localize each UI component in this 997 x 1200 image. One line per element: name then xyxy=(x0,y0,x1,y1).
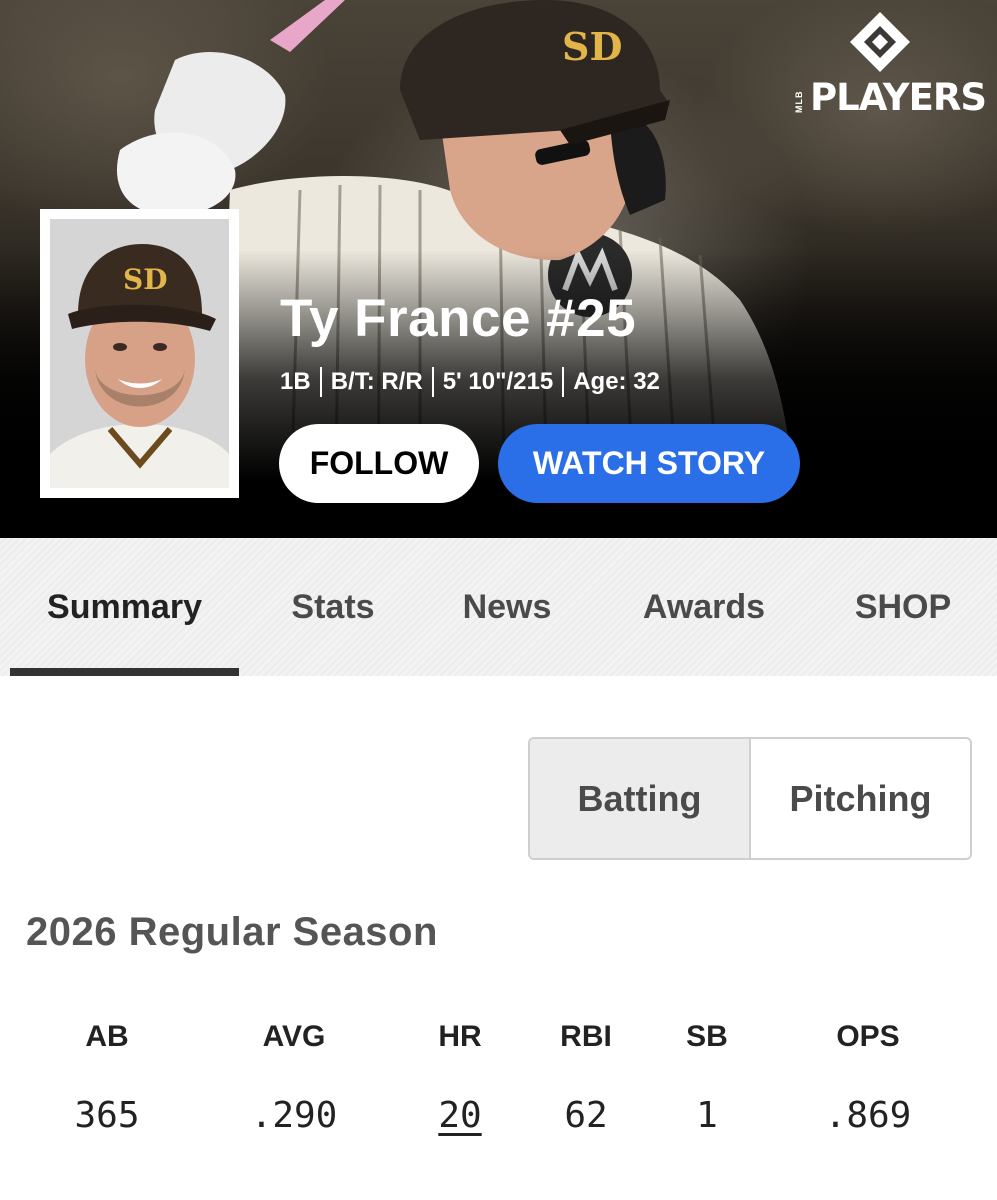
diamond-logo-icon xyxy=(850,12,910,72)
stat-header: AVG xyxy=(262,1020,326,1053)
pitching-toggle-button[interactable]: Pitching xyxy=(751,739,970,858)
mlb-players-logo[interactable]: MLB PLAYERS xyxy=(794,12,987,119)
svg-text:SD: SD xyxy=(562,24,622,69)
headshot-photo: SD xyxy=(50,219,229,488)
tab-shop[interactable]: SHOP xyxy=(815,538,991,676)
tab-awards[interactable]: Awards xyxy=(608,538,800,676)
stat-header: OPS xyxy=(836,1020,900,1053)
meta-divider xyxy=(319,367,322,397)
active-tab-indicator xyxy=(10,668,239,676)
player-age: Age: 32 xyxy=(573,368,660,395)
stat-column-sb: SB 1 xyxy=(627,1020,787,1136)
stat-value: .290 xyxy=(250,1095,338,1136)
tab-bar: Summary Stats News Awards SHOP xyxy=(0,538,997,676)
stat-header: SB xyxy=(686,1020,728,1053)
stat-value: 1 xyxy=(696,1095,718,1136)
tab-news[interactable]: News xyxy=(425,538,589,676)
tab-stats[interactable]: Stats xyxy=(253,538,413,676)
tab-summary[interactable]: Summary xyxy=(10,538,239,676)
follow-button[interactable]: FOLLOW xyxy=(279,424,479,503)
cap-logo: SD xyxy=(123,263,168,296)
stat-type-toggle: Batting Pitching xyxy=(528,737,972,860)
player-name: Ty France #25 xyxy=(280,289,637,348)
meta-divider xyxy=(562,367,565,397)
season-title: 2026 Regular Season xyxy=(26,910,438,954)
player-bats-throws: B/T: R/R xyxy=(330,368,423,395)
brand-mlb-text: MLB xyxy=(794,90,804,114)
stat-column-ab: AB 365 xyxy=(27,1020,187,1136)
player-position: 1B xyxy=(280,368,311,395)
stat-header: AB xyxy=(85,1020,129,1053)
watch-story-button[interactable]: WATCH STORY xyxy=(498,424,800,503)
player-hero: SD MLB PLAYERS SD Ty France #25 1B B/T: … xyxy=(0,0,997,538)
player-headshot: SD xyxy=(40,209,239,498)
meta-divider xyxy=(431,367,434,397)
player-meta: 1B B/T: R/R 5' 10"/215 Age: 32 xyxy=(280,366,660,398)
batting-toggle-button[interactable]: Batting xyxy=(530,739,751,858)
stat-value: .869 xyxy=(824,1095,912,1136)
stat-value: 365 xyxy=(74,1095,140,1136)
stat-column-ops: OPS .869 xyxy=(788,1020,948,1136)
brand-players-text: PLAYERS xyxy=(810,76,987,119)
player-height-weight: 5' 10"/215 xyxy=(442,368,554,395)
stat-column-avg: AVG .290 xyxy=(214,1020,374,1136)
